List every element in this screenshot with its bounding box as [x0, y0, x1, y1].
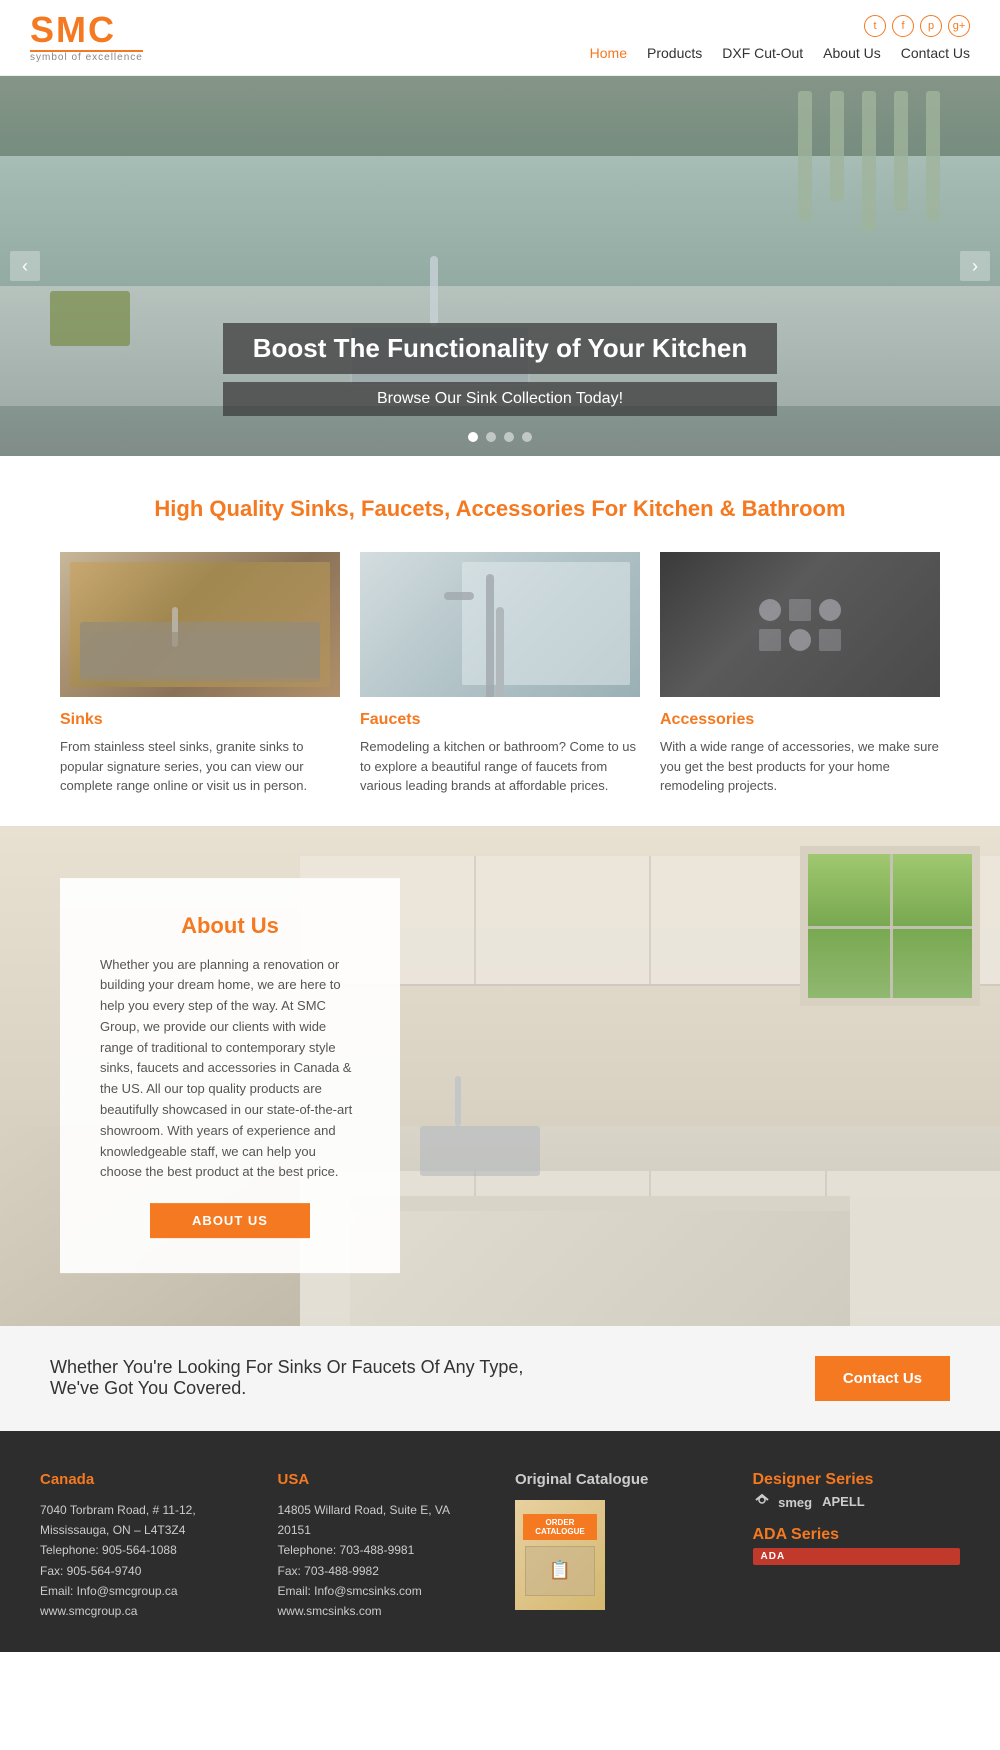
footer-catalogue: Original Catalogue ORDERCATALOGUE 📋	[515, 1471, 723, 1622]
main-nav: Home Products DXF Cut-Out About Us Conta…	[590, 45, 970, 61]
dot-3[interactable]	[504, 432, 514, 442]
logo-sub: symbol of excellence	[30, 52, 143, 63]
smeg-logo: smeg	[753, 1493, 813, 1510]
about-card: About Us Whether you are planning a reno…	[60, 878, 400, 1274]
nav-home[interactable]: Home	[590, 45, 627, 61]
logo-text: SMC	[30, 12, 143, 48]
about-text: Whether you are planning a renovation or…	[100, 955, 360, 1184]
about-section: About Us Whether you are planning a reno…	[0, 826, 1000, 1326]
facebook-icon[interactable]: f	[892, 15, 914, 37]
faucets-image	[360, 552, 640, 697]
footer-canada-fax: Fax: 905-564-9740	[40, 1561, 248, 1581]
ada-series-title: ADA Series	[753, 1526, 961, 1544]
footer-canada-address: 7040 Torbram Road, # 11-12, Mississauga,…	[40, 1500, 248, 1541]
footer-catalogue-title: Original Catalogue	[515, 1471, 723, 1488]
sinks-image	[60, 552, 340, 697]
dot-2[interactable]	[486, 432, 496, 442]
header-right: t f p g+ Home Products DXF Cut-Out About…	[590, 15, 970, 61]
hero-slider: ‹ Boost The Functionality of Your Kitche…	[0, 76, 1000, 456]
products-tagline: High Quality Sinks, Faucets, Accessories…	[40, 496, 960, 522]
footer-usa-email: Email: Info@smcsinks.com	[278, 1581, 486, 1601]
sinks-desc: From stainless steel sinks, granite sink…	[60, 737, 340, 796]
accessories-desc: With a wide range of accessories, we mak…	[660, 737, 940, 796]
ada-badge: ADA	[753, 1548, 961, 1565]
footer-usa-website: www.smcsinks.com	[278, 1601, 486, 1621]
catalogue-image: ORDERCATALOGUE 📋	[515, 1500, 605, 1610]
hero-subtitle: Browse Our Sink Collection Today!	[223, 382, 777, 416]
social-icons: t f p g+	[864, 15, 970, 37]
designer-series: Designer Series smeg APELL	[753, 1471, 961, 1510]
contact-us-button[interactable]: Contact Us	[815, 1356, 950, 1401]
dot-4[interactable]	[522, 432, 532, 442]
sinks-title: Sinks	[60, 711, 340, 729]
cta-text: Whether You're Looking For Sinks Or Fauc…	[50, 1357, 550, 1399]
brands-list: Designer Series smeg APELL ADA Series AD…	[753, 1471, 961, 1565]
product-card-sinks: Sinks From stainless steel sinks, granit…	[60, 552, 340, 796]
designer-logos: smeg APELL	[753, 1493, 961, 1510]
apell-logo: APELL	[822, 1494, 865, 1509]
hero-dots	[468, 432, 532, 442]
logo: SMC symbol of excellence	[30, 12, 143, 63]
designer-series-title: Designer Series	[753, 1471, 961, 1489]
faucets-desc: Remodeling a kitchen or bathroom? Come t…	[360, 737, 640, 796]
nav-about[interactable]: About Us	[823, 45, 881, 61]
product-card-faucets: Faucets Remodeling a kitchen or bathroom…	[360, 552, 640, 796]
nav-dxf[interactable]: DXF Cut-Out	[722, 45, 803, 61]
pinterest-icon[interactable]: p	[920, 15, 942, 37]
googleplus-icon[interactable]: g+	[948, 15, 970, 37]
nav-contact[interactable]: Contact Us	[901, 45, 970, 61]
footer-canada-phone: Telephone: 905-564-1088	[40, 1540, 248, 1560]
footer-usa-phone: Telephone: 703-488-9981	[278, 1540, 486, 1560]
accessories-title: Accessories	[660, 711, 940, 729]
hero-next-button[interactable]: ›	[960, 251, 990, 281]
hero-title: Boost The Functionality of Your Kitchen	[223, 323, 777, 374]
about-title: About Us	[100, 913, 360, 939]
nav-products[interactable]: Products	[647, 45, 702, 61]
faucets-title: Faucets	[360, 711, 640, 729]
footer-canada-email: Email: Info@smcgroup.ca	[40, 1581, 248, 1601]
products-section: High Quality Sinks, Faucets, Accessories…	[0, 456, 1000, 826]
products-grid: Sinks From stainless steel sinks, granit…	[40, 552, 960, 796]
twitter-icon[interactable]: t	[864, 15, 886, 37]
footer-brands: Designer Series smeg APELL ADA Series AD…	[753, 1471, 961, 1622]
footer: Canada 7040 Torbram Road, # 11-12, Missi…	[0, 1431, 1000, 1652]
footer-usa-fax: Fax: 703-488-9982	[278, 1561, 486, 1581]
ada-series: ADA Series ADA	[753, 1526, 961, 1565]
dot-1[interactable]	[468, 432, 478, 442]
cta-banner: Whether You're Looking For Sinks Or Fauc…	[0, 1326, 1000, 1431]
footer-canada-title: Canada	[40, 1471, 248, 1488]
hero-prev-button[interactable]: ‹	[10, 251, 40, 281]
footer-usa: USA 14805 Willard Road, Suite E, VA 2015…	[278, 1471, 486, 1622]
about-button[interactable]: ABOUT US	[150, 1203, 310, 1238]
footer-canada-website: www.smcgroup.ca	[40, 1601, 248, 1621]
footer-usa-address: 14805 Willard Road, Suite E, VA 20151	[278, 1500, 486, 1541]
footer-usa-title: USA	[278, 1471, 486, 1488]
header: SMC symbol of excellence t f p g+ Home P…	[0, 0, 1000, 76]
product-card-accessories: Accessories With a wide range of accesso…	[660, 552, 940, 796]
accessories-image	[660, 552, 940, 697]
footer-canada: Canada 7040 Torbram Road, # 11-12, Missi…	[40, 1471, 248, 1622]
